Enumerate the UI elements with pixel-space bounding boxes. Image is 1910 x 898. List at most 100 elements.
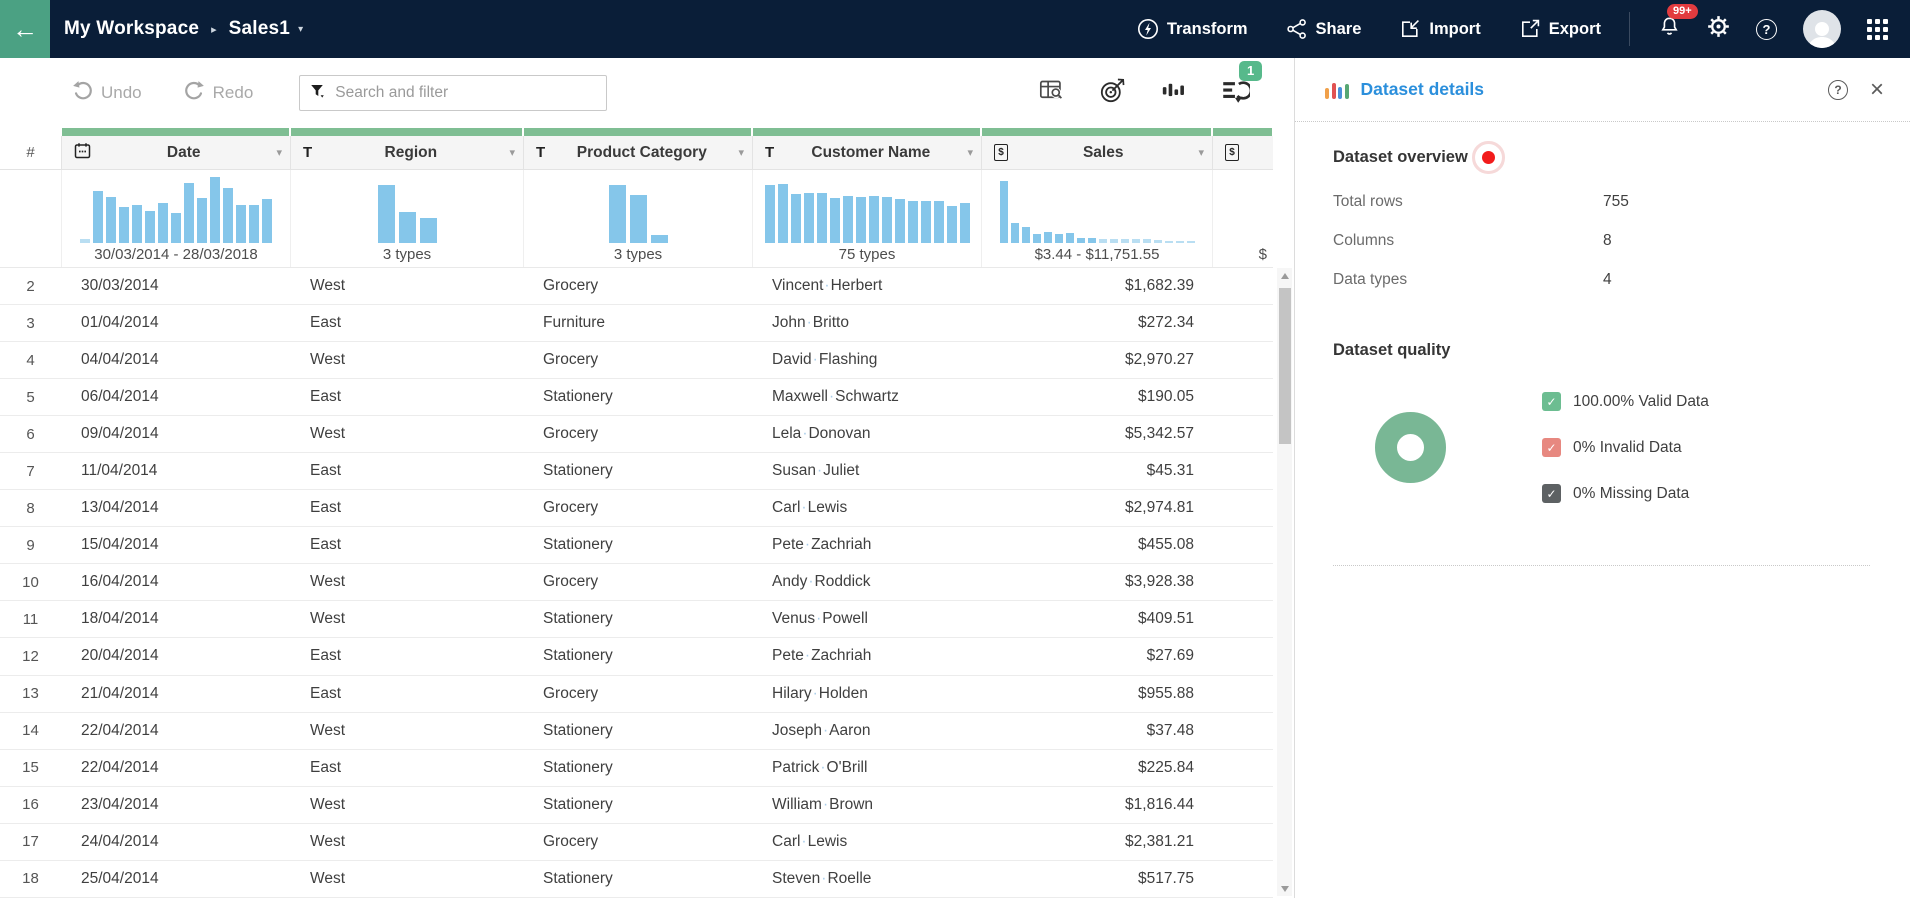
cell-category[interactable]: Furniture bbox=[523, 314, 752, 332]
cell-sales[interactable]: $2,974.81 bbox=[981, 499, 1212, 517]
cell-date[interactable]: 15/04/2014 bbox=[61, 536, 290, 554]
panel-help-icon[interactable]: ? bbox=[1827, 79, 1848, 100]
column-header-category[interactable]: T Product Category ▾ bbox=[523, 136, 752, 169]
cell-sales[interactable]: $455.08 bbox=[981, 536, 1212, 554]
search-input[interactable] bbox=[335, 84, 597, 102]
column-header-extra[interactable]: $ bbox=[1212, 136, 1273, 169]
breadcrumb-dataset[interactable]: Sales1 bbox=[229, 18, 290, 40]
cell-category[interactable]: Stationery bbox=[523, 870, 752, 888]
cell-date[interactable]: 22/04/2014 bbox=[61, 759, 290, 777]
undo-button[interactable]: Undo bbox=[72, 80, 142, 106]
histogram-sales[interactable]: $3.44 - $11,751.55 bbox=[981, 170, 1212, 267]
search-filter-box[interactable] bbox=[299, 75, 608, 111]
redo-button[interactable]: Redo bbox=[184, 80, 253, 106]
cell-date[interactable]: 18/04/2014 bbox=[61, 610, 290, 628]
cell-region[interactable]: West bbox=[290, 610, 523, 628]
cell-category[interactable]: Stationery bbox=[523, 759, 752, 777]
help-icon[interactable]: ? bbox=[1756, 18, 1777, 40]
histogram-extra[interactable]: $ bbox=[1212, 170, 1273, 267]
scroll-down-arrow-icon[interactable] bbox=[1277, 881, 1292, 896]
cell-sales[interactable]: $272.34 bbox=[981, 314, 1212, 332]
cell-sales[interactable]: $27.69 bbox=[981, 647, 1212, 665]
cell-category[interactable]: Grocery bbox=[523, 499, 752, 517]
cell-date[interactable]: 09/04/2014 bbox=[61, 425, 290, 443]
checkbox-check-icon[interactable]: ✓ bbox=[1542, 484, 1561, 503]
cell-category[interactable]: Stationery bbox=[523, 536, 752, 554]
cell-region[interactable]: West bbox=[290, 351, 523, 369]
gear-icon[interactable] bbox=[1707, 15, 1730, 43]
column-menu-caret-icon[interactable]: ▾ bbox=[276, 146, 282, 159]
cell-region[interactable]: West bbox=[290, 796, 523, 814]
notifications-button[interactable]: 99+ bbox=[1658, 4, 1698, 43]
cell-date[interactable]: 25/04/2014 bbox=[61, 870, 290, 888]
cell-customer[interactable]: Andy·Roddick bbox=[752, 573, 981, 591]
column-menu-caret-icon[interactable]: ▾ bbox=[509, 146, 515, 159]
cell-sales[interactable]: $1,682.39 bbox=[981, 277, 1212, 295]
cell-date[interactable]: 23/04/2014 bbox=[61, 796, 290, 814]
cell-region[interactable]: West bbox=[290, 833, 523, 851]
cell-sales[interactable]: $409.51 bbox=[981, 610, 1212, 628]
cell-date[interactable]: 30/03/2014 bbox=[61, 277, 290, 295]
cell-region[interactable]: East bbox=[290, 388, 523, 406]
share-button[interactable]: Share bbox=[1286, 18, 1361, 40]
cell-category[interactable]: Stationery bbox=[523, 388, 752, 406]
cell-customer[interactable]: Pete·Zachriah bbox=[752, 647, 981, 665]
table-row[interactable]: 15 22/04/2014 East Stationery Patrick·O'Bril… bbox=[0, 750, 1273, 787]
table-row[interactable]: 4 04/04/2014 West Grocery David·Flashing $2,9… bbox=[0, 342, 1273, 380]
column-header-date[interactable]: Date ▾ bbox=[61, 136, 290, 169]
target-icon[interactable] bbox=[1099, 77, 1126, 109]
cell-date[interactable]: 24/04/2014 bbox=[61, 833, 290, 851]
cell-region[interactable]: East bbox=[290, 536, 523, 554]
cell-customer[interactable]: Pete·Zachriah bbox=[752, 536, 981, 554]
cell-category[interactable]: Grocery bbox=[523, 573, 752, 591]
cell-customer[interactable]: Carl·Lewis bbox=[752, 833, 981, 851]
cell-sales[interactable]: $190.05 bbox=[981, 388, 1212, 406]
cell-customer[interactable]: Vincent·Herbert bbox=[752, 277, 981, 295]
table-row[interactable]: 14 22/04/2014 West Stationery Joseph·Aaron $3… bbox=[0, 713, 1273, 750]
table-row[interactable]: 8 13/04/2014 East Grocery Carl·Lewis $2,974.8… bbox=[0, 490, 1273, 528]
cell-category[interactable]: Stationery bbox=[523, 647, 752, 665]
table-row[interactable]: 3 01/04/2014 East Furniture John·Britto $272.… bbox=[0, 305, 1273, 343]
breadcrumb-workspace[interactable]: My Workspace bbox=[64, 18, 199, 40]
cell-date[interactable]: 22/04/2014 bbox=[61, 722, 290, 740]
cell-region[interactable]: West bbox=[290, 722, 523, 740]
table-row[interactable]: 13 21/04/2014 East Grocery Hilary·Holden $955… bbox=[0, 676, 1273, 713]
export-button[interactable]: Export bbox=[1519, 18, 1601, 40]
checkbox-check-icon[interactable]: ✓ bbox=[1542, 438, 1561, 457]
table-row[interactable]: 18 25/04/2014 West Stationery Steven·Roelle $… bbox=[0, 861, 1273, 898]
cell-category[interactable]: Grocery bbox=[523, 685, 752, 703]
history-icon[interactable]: 1 bbox=[1221, 61, 1263, 109]
cell-region[interactable]: West bbox=[290, 425, 523, 443]
cell-region[interactable]: East bbox=[290, 314, 523, 332]
cell-date[interactable]: 06/04/2014 bbox=[61, 388, 290, 406]
table-search-icon[interactable] bbox=[1038, 77, 1065, 109]
cell-category[interactable]: Grocery bbox=[523, 425, 752, 443]
cell-category[interactable]: Grocery bbox=[523, 351, 752, 369]
cell-sales[interactable]: $955.88 bbox=[981, 685, 1212, 703]
cell-customer[interactable]: Maxwell·Schwartz bbox=[752, 388, 981, 406]
cell-date[interactable]: 11/04/2014 bbox=[61, 462, 290, 480]
back-button[interactable]: ← bbox=[0, 0, 50, 58]
table-row[interactable]: 6 09/04/2014 West Grocery Lela·Donovan $5,342… bbox=[0, 416, 1273, 454]
vertical-scrollbar[interactable] bbox=[1277, 268, 1292, 896]
cell-region[interactable]: East bbox=[290, 647, 523, 665]
cell-region[interactable]: West bbox=[290, 277, 523, 295]
cell-sales[interactable]: $2,381.21 bbox=[981, 833, 1212, 851]
column-header-region[interactable]: T Region ▾ bbox=[290, 136, 523, 169]
avatar[interactable] bbox=[1803, 10, 1841, 48]
cell-customer[interactable]: David·Flashing bbox=[752, 351, 981, 369]
cell-region[interactable]: East bbox=[290, 759, 523, 777]
cell-category[interactable]: Stationery bbox=[523, 462, 752, 480]
column-menu-caret-icon[interactable]: ▾ bbox=[738, 146, 744, 159]
histogram-region[interactable]: 3 types bbox=[290, 170, 523, 267]
cell-region[interactable]: East bbox=[290, 685, 523, 703]
cell-sales[interactable]: $2,970.27 bbox=[981, 351, 1212, 369]
table-row[interactable]: 5 06/04/2014 East Stationery Maxwell·Schwart… bbox=[0, 379, 1273, 417]
cell-category[interactable]: Stationery bbox=[523, 610, 752, 628]
cell-region[interactable]: West bbox=[290, 870, 523, 888]
cell-sales[interactable]: $45.31 bbox=[981, 462, 1212, 480]
table-row[interactable]: 9 15/04/2014 East Stationery Pete·Zachriah $4… bbox=[0, 527, 1273, 565]
cell-category[interactable]: Grocery bbox=[523, 833, 752, 851]
column-menu-caret-icon[interactable]: ▾ bbox=[1198, 146, 1204, 159]
cell-customer[interactable]: Lela·Donovan bbox=[752, 425, 981, 443]
